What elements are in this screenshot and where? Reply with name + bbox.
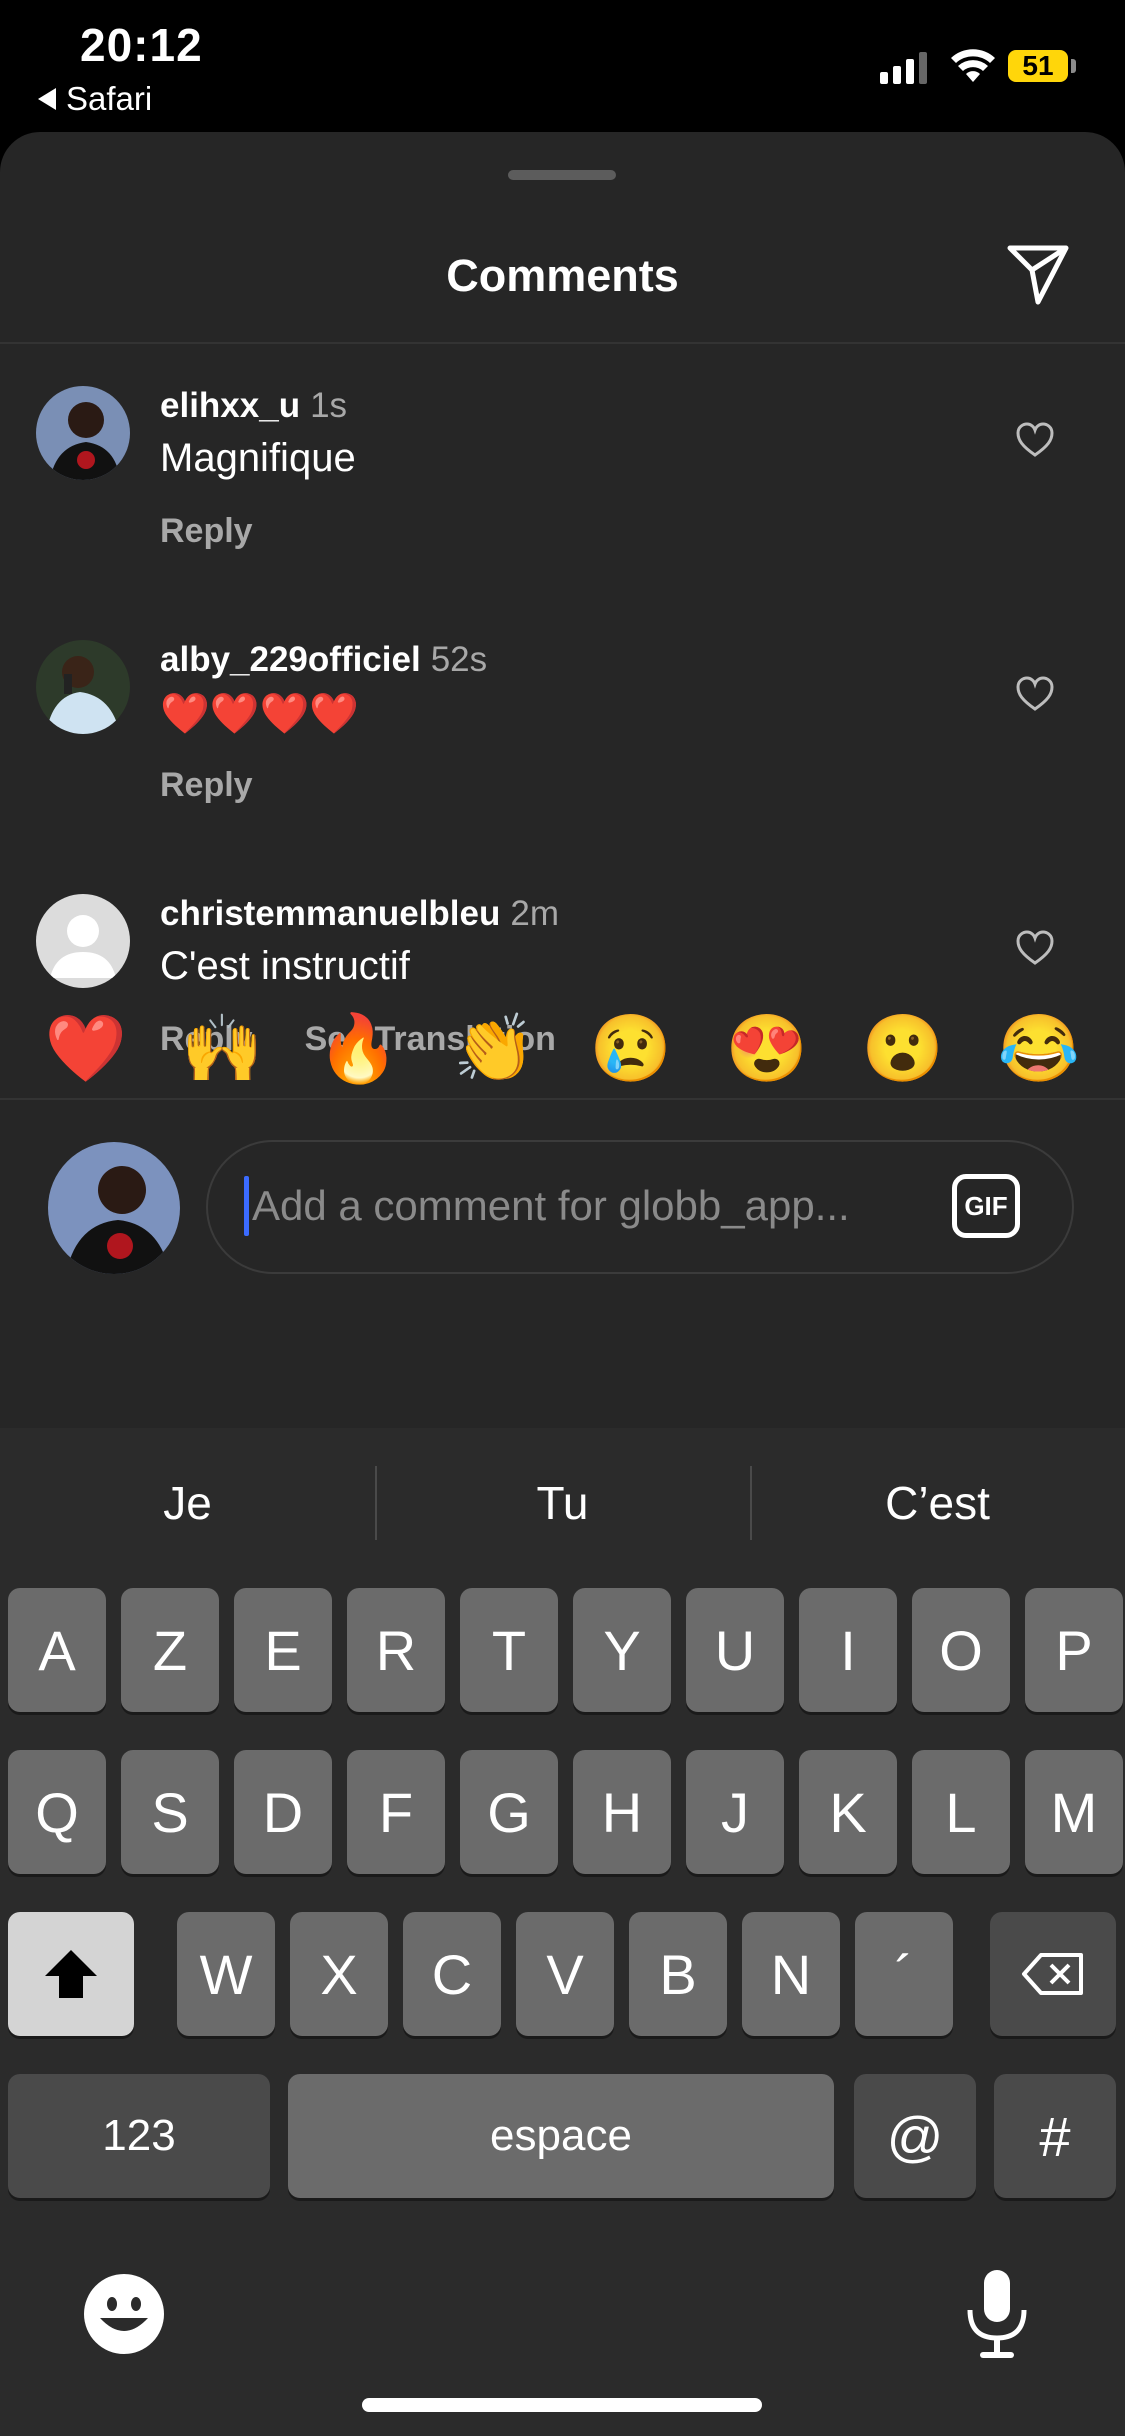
comment-input[interactable] (250, 1172, 874, 1240)
emoji-keyboard-icon[interactable] (82, 2272, 166, 2356)
username-text[interactable]: alby_229officiel (160, 640, 421, 679)
key-p[interactable]: P (1025, 1588, 1123, 1712)
wifi-icon (951, 49, 995, 82)
key-s[interactable]: S (121, 1750, 219, 1874)
backspace-icon (1022, 1953, 1083, 1995)
comment-text: Magnifique (160, 436, 356, 480)
reply-button[interactable]: Reply (160, 512, 253, 551)
reaction-cry[interactable]: 😢 (571, 1010, 691, 1088)
home-indicator[interactable] (362, 2398, 762, 2412)
gif-button[interactable]: GIF (952, 1174, 1020, 1238)
suggestion-3[interactable]: C’est (750, 1428, 1125, 1578)
reaction-heart[interactable]: ❤️ (26, 1010, 146, 1088)
key-d[interactable]: D (234, 1750, 332, 1874)
key-v[interactable]: V (516, 1912, 614, 2036)
avatar[interactable] (36, 386, 130, 480)
reactions-divider (0, 1098, 1125, 1100)
like-heart-icon[interactable] (1016, 930, 1054, 966)
numbers-key[interactable]: 123 (8, 2074, 270, 2198)
at-key[interactable]: @ (854, 2074, 976, 2198)
key-n[interactable]: N (742, 1912, 840, 2036)
text-cursor (244, 1176, 249, 1236)
key-u[interactable]: U (686, 1588, 784, 1712)
reaction-raised-hands[interactable]: 🙌 (162, 1010, 282, 1088)
shift-key[interactable] (8, 1912, 134, 2036)
comment-timestamp: 2m (510, 894, 560, 933)
suggestion-2[interactable]: Tu (375, 1428, 750, 1578)
back-arrow-icon (38, 88, 56, 110)
back-to-app-button[interactable]: Safari (38, 80, 152, 118)
comment-timestamp: 1s (310, 386, 348, 425)
key-e[interactable]: E (234, 1588, 332, 1712)
status-bar: 20:12 Safari 51 (0, 0, 1125, 135)
key-w[interactable]: W (177, 1912, 275, 2036)
sheet-grabber[interactable] (508, 170, 616, 180)
key-r[interactable]: R (347, 1588, 445, 1712)
sheet-title: Comments (446, 250, 679, 301)
current-user-avatar (48, 1142, 180, 1274)
default-avatar-icon[interactable] (36, 894, 130, 988)
key-z[interactable]: Z (121, 1588, 219, 1712)
comment-timestamp: 52s (430, 640, 488, 679)
key-b[interactable]: B (629, 1912, 727, 2036)
key-y[interactable]: Y (573, 1588, 671, 1712)
comment-username[interactable]: alby_229officiel 52s (160, 640, 487, 680)
predictive-bar: Je Tu C’est (0, 1428, 1125, 1578)
comment-item: elihxx_u 1s Magnifique Reply (0, 386, 1125, 606)
reaction-fire[interactable]: 🔥 (298, 1010, 418, 1088)
key-j[interactable]: J (686, 1750, 784, 1874)
header-divider (0, 342, 1125, 344)
key-g[interactable]: G (460, 1750, 558, 1874)
username-text[interactable]: christemmanuelbleu (160, 894, 500, 933)
key-q[interactable]: Q (8, 1750, 106, 1874)
key-x[interactable]: X (290, 1912, 388, 2036)
key-t[interactable]: T (460, 1588, 558, 1712)
cellular-signal-icon (880, 50, 927, 84)
space-key[interactable]: espace (288, 2074, 834, 2198)
quick-reactions-bar: ❤️ 🙌 🔥 👏 😢 😍 😮 😂 (0, 1010, 1125, 1088)
microphone-icon[interactable] (962, 2268, 1032, 2362)
comment-item: alby_229officiel 52s ❤️❤️❤️❤️ Reply (0, 640, 1125, 860)
comment-text: ❤️❤️❤️❤️ (160, 692, 360, 736)
reaction-surprised[interactable]: 😮 (843, 1010, 963, 1088)
key-i[interactable]: I (799, 1588, 897, 1712)
key-a[interactable]: A (8, 1588, 106, 1712)
share-icon[interactable] (1004, 240, 1072, 308)
key-c[interactable]: C (403, 1912, 501, 2036)
hash-key[interactable]: # (994, 2074, 1116, 2198)
key-k[interactable]: K (799, 1750, 897, 1874)
comment-input-container[interactable]: GIF (206, 1140, 1074, 1274)
username-text[interactable]: elihxx_u (160, 386, 300, 425)
reaction-clap[interactable]: 👏 (434, 1010, 554, 1088)
key-l[interactable]: L (912, 1750, 1010, 1874)
like-heart-icon[interactable] (1016, 422, 1054, 458)
backspace-key[interactable] (990, 1912, 1116, 2036)
comment-username[interactable]: christemmanuelbleu 2m (160, 894, 559, 934)
back-app-label: Safari (66, 80, 153, 117)
comment-text: C'est instructif (160, 944, 410, 988)
status-time: 20:12 (80, 19, 203, 71)
battery-icon: 51 (1008, 50, 1068, 82)
comment-username[interactable]: elihxx_u 1s (160, 386, 347, 426)
key-m[interactable]: M (1025, 1750, 1123, 1874)
reply-button[interactable]: Reply (160, 766, 253, 805)
key-h[interactable]: H (573, 1750, 671, 1874)
suggestion-1[interactable]: Je (0, 1428, 375, 1578)
key-acute-accent[interactable]: ´ (855, 1912, 953, 2036)
avatar[interactable] (36, 640, 130, 734)
reaction-heart-eyes[interactable]: 😍 (707, 1010, 827, 1088)
shift-arrow-icon (45, 1950, 97, 1998)
like-heart-icon[interactable] (1016, 676, 1054, 712)
key-o[interactable]: O (912, 1588, 1010, 1712)
key-f[interactable]: F (347, 1750, 445, 1874)
battery-nub (1071, 59, 1076, 73)
reaction-laugh[interactable]: 😂 (979, 1010, 1099, 1088)
